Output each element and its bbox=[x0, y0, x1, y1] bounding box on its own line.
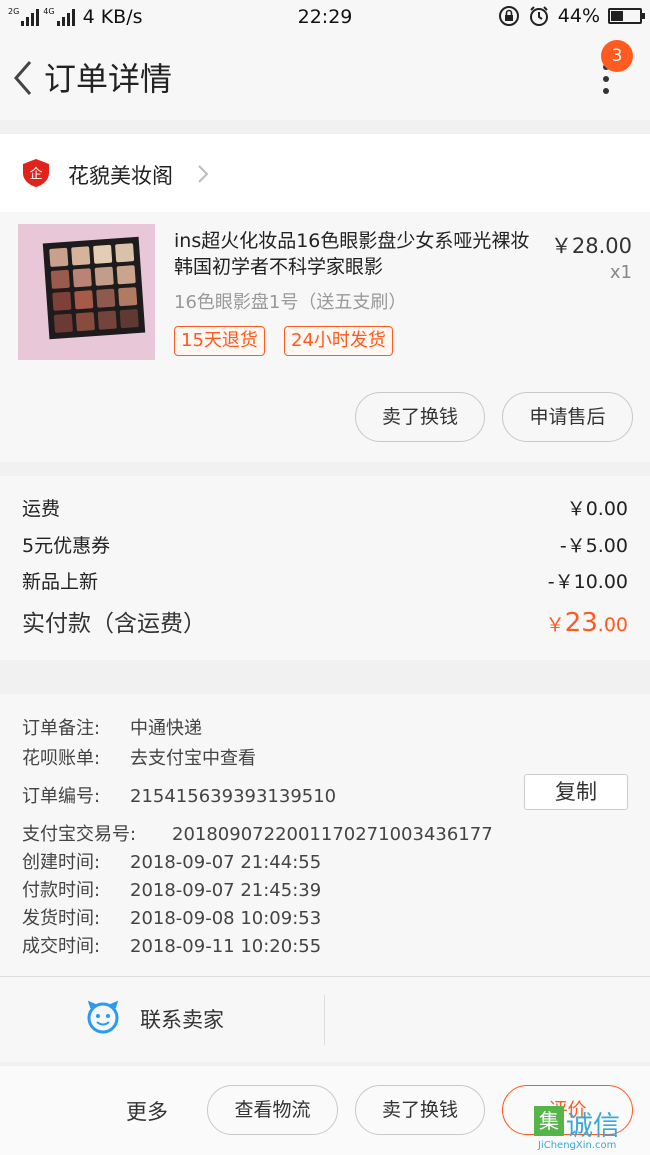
contact-seller-button[interactable]: 联系卖家 bbox=[140, 1004, 224, 1034]
alipay-value: 2018090722001170271003436177 bbox=[172, 824, 493, 845]
chevron-right-icon bbox=[198, 165, 209, 183]
fee-summary: 运费 ￥0.00 5元优惠券 -￥5.00 新品上新 -￥10.00 实付款（含… bbox=[0, 476, 650, 660]
paid-label: 付款时间: bbox=[22, 880, 101, 901]
status-bar: 2G 4G 4 KB/s 22:29 44% bbox=[0, 0, 650, 34]
resell-button[interactable]: 卖了换钱 bbox=[355, 392, 485, 442]
remark-label: 订单备注: bbox=[22, 718, 101, 739]
product-thumbnail[interactable] bbox=[18, 224, 155, 360]
nav-bar: 订单详情 3 bbox=[0, 34, 650, 120]
total-label: 实付款（含运费） bbox=[22, 611, 206, 637]
watermark-logo: 集 诚信 JiChengXin.com bbox=[534, 1102, 650, 1155]
battery-percent: 44% bbox=[557, 5, 600, 27]
resell-bottom-button[interactable]: 卖了换钱 bbox=[355, 1085, 485, 1135]
shop-logo-icon: 企 bbox=[23, 159, 49, 187]
paid-value: 2018-09-07 21:45:39 bbox=[130, 880, 322, 901]
watermark-text: 诚信 bbox=[566, 1111, 620, 1142]
shop-row[interactable]: 企 花貌美妆阁 bbox=[0, 134, 650, 212]
info-created: 创建时间: 2018-09-07 21:44:55 bbox=[22, 848, 321, 874]
lock-rotation-icon bbox=[498, 6, 519, 26]
remark-value: 中通快递 bbox=[130, 718, 202, 739]
created-value: 2018-09-07 21:44:55 bbox=[130, 852, 322, 873]
shop-name[interactable]: 花貌美妆阁 bbox=[68, 160, 173, 190]
info-shipped: 发货时间: 2018-09-08 10:09:53 bbox=[22, 904, 321, 930]
alipay-label: 支付宝交易号: bbox=[22, 824, 137, 845]
info-huabei[interactable]: 花呗账单: 去支付宝中查看 bbox=[22, 744, 256, 770]
fee-row-coupon: 5元优惠券 -￥5.00 bbox=[22, 531, 628, 558]
total-value: ￥23.00 bbox=[546, 608, 628, 638]
order-no-value: 215415639393139510 bbox=[130, 786, 337, 807]
product-sku: 16色眼影盘1号（送五支刷） bbox=[174, 292, 407, 313]
created-label: 创建时间: bbox=[22, 852, 101, 873]
product-title[interactable]: ins超火化妆品16色眼影盘少女系哑光裸妆韩国初学者不科学家眼影 bbox=[174, 228, 534, 280]
info-paid: 付款时间: 2018-09-07 21:45:39 bbox=[22, 876, 321, 902]
status-right: 44% bbox=[498, 5, 645, 27]
fee-row-promo: 新品上新 -￥10.00 bbox=[22, 567, 628, 594]
total-int: 23 bbox=[564, 608, 598, 638]
product-price: ￥28.00 bbox=[550, 234, 632, 258]
tag-shipping: 24小时发货 bbox=[284, 326, 393, 356]
product-quantity: x1 bbox=[609, 262, 632, 283]
notification-badge: 3 bbox=[601, 40, 633, 72]
tag-return: 15天退货 bbox=[174, 326, 265, 356]
coupon-label: 5元优惠券 bbox=[22, 535, 111, 557]
info-alipay: 支付宝交易号: 2018090722001170271003436177 bbox=[22, 820, 493, 846]
page-title: 订单详情 bbox=[44, 60, 173, 98]
after-sales-button[interactable]: 申请售后 bbox=[502, 392, 633, 442]
shipped-value: 2018-09-08 10:09:53 bbox=[130, 908, 322, 929]
battery-level bbox=[611, 11, 624, 21]
back-arrow-icon[interactable] bbox=[10, 58, 36, 98]
done-value: 2018-09-11 10:20:55 bbox=[130, 936, 322, 957]
item-card: ins超火化妆品16色眼影盘少女系哑光裸妆韩国初学者不科学家眼影 ￥28.00 … bbox=[0, 212, 650, 462]
fee-row-shipping: 运费 ￥0.00 bbox=[22, 494, 628, 521]
fee-row-total: 实付款（含运费） ￥23.00 bbox=[22, 604, 628, 638]
coupon-value: -￥5.00 bbox=[559, 535, 628, 557]
info-remark: 订单备注: 中通快递 bbox=[22, 714, 202, 740]
more-button[interactable]: 更多 bbox=[126, 1096, 168, 1126]
shipping-value: ￥0.00 bbox=[566, 498, 628, 520]
shop-logo-text: 企 bbox=[29, 166, 42, 182]
watermark-sub: JiChengXin.com bbox=[538, 1140, 617, 1151]
shipped-label: 发货时间: bbox=[22, 908, 101, 929]
shipping-label: 运费 bbox=[22, 498, 61, 520]
copy-button[interactable]: 复制 bbox=[524, 774, 628, 810]
contact-row: 联系卖家 bbox=[0, 976, 650, 1062]
promo-label: 新品上新 bbox=[22, 571, 99, 593]
total-currency: ￥ bbox=[545, 614, 565, 636]
order-info: 订单备注: 中通快递 花呗账单: 去支付宝中查看 订单编号: 215415639393… bbox=[0, 694, 650, 976]
huabei-label: 花呗账单: bbox=[22, 748, 101, 769]
watermark-box: 集 bbox=[534, 1106, 564, 1136]
promo-value: -￥10.00 bbox=[547, 571, 628, 593]
chat-face-icon[interactable] bbox=[86, 1000, 120, 1034]
huabei-value[interactable]: 去支付宝中查看 bbox=[130, 748, 256, 769]
eyeshadow-palette-image bbox=[42, 236, 146, 340]
view-logistics-button[interactable]: 查看物流 bbox=[207, 1085, 338, 1135]
info-done: 成交时间: 2018-09-11 10:20:55 bbox=[22, 932, 321, 958]
info-order-no: 订单编号: 215415639393139510 bbox=[22, 782, 336, 808]
contact-divider bbox=[324, 995, 325, 1045]
battery-icon bbox=[608, 8, 645, 24]
total-dec: .00 bbox=[597, 614, 628, 636]
done-label: 成交时间: bbox=[22, 936, 101, 957]
order-no-label: 订单编号: bbox=[22, 786, 101, 807]
alarm-icon bbox=[529, 6, 548, 26]
